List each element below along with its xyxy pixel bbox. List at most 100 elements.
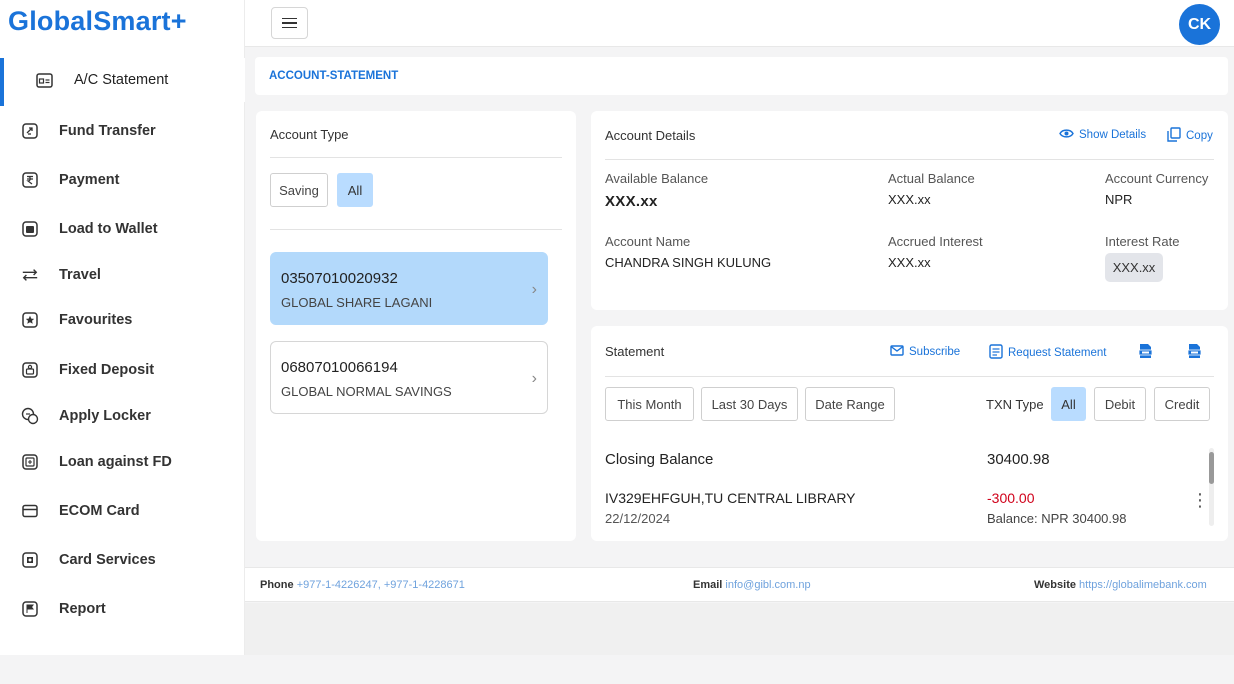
show-details-link[interactable]: Show Details xyxy=(1059,128,1146,142)
txn-debit-button[interactable]: Debit xyxy=(1094,387,1146,421)
account-currency-label: Account Currency xyxy=(1105,171,1209,186)
closing-balance-value: 30400.98 xyxy=(987,451,1050,468)
phone-label: Phone xyxy=(260,579,294,591)
statement-icon xyxy=(35,71,53,89)
transaction-amount: -300.00 xyxy=(987,490,1035,506)
app-logo[interactable]: GlobalSmart+ xyxy=(8,6,187,37)
sidebar-item-label: Travel xyxy=(59,267,101,283)
statement-scrollbar[interactable] xyxy=(1209,448,1214,526)
sidebar-item-label: ECOM Card xyxy=(59,503,140,519)
sidebar-item-loan-against-fd[interactable]: Loan against FD xyxy=(0,440,245,484)
accrued-interest-label: Accrued Interest xyxy=(888,234,983,249)
divider xyxy=(605,376,1214,377)
filter-date-range-button[interactable]: Date Range xyxy=(805,387,895,421)
sidebar-item-payment[interactable]: Payment xyxy=(0,158,245,202)
copy-link[interactable]: Copy xyxy=(1167,127,1213,145)
sidebar-item-fund-transfer[interactable]: Fund Transfer xyxy=(0,109,245,153)
email-label: Email xyxy=(693,579,723,591)
page-background xyxy=(245,603,1234,655)
divider xyxy=(270,157,562,158)
menu-toggle-button[interactable] xyxy=(271,7,308,39)
account-currency-value: NPR xyxy=(1105,192,1133,207)
more-options-icon[interactable]: ⋮ xyxy=(1191,490,1209,511)
transaction-date: 22/12/2024 xyxy=(605,511,671,526)
avatar[interactable]: CK xyxy=(1179,4,1220,45)
account-number: 06807010066194 xyxy=(281,359,398,376)
active-indicator xyxy=(0,58,4,106)
account-number: 03507010020932 xyxy=(281,270,398,287)
page-title: ACCOUNT-STATEMENT xyxy=(255,57,1228,95)
flag-icon xyxy=(21,600,39,618)
sidebar-item-favourites[interactable]: Favourites xyxy=(0,298,245,342)
txn-type-label: TXN Type xyxy=(986,397,1044,412)
loan-icon xyxy=(21,453,39,471)
sidebar-item-report[interactable]: Report xyxy=(0,587,245,631)
account-name: GLOBAL SHARE LAGANI xyxy=(281,295,433,310)
actual-balance-label: Actual Balance xyxy=(888,171,975,186)
sidebar-item-apply-locker[interactable]: Apply Locker xyxy=(0,394,245,438)
interest-rate-label: Interest Rate xyxy=(1105,234,1180,249)
footer-phone: Phone +977-1-4226247, +977-1-4228671 xyxy=(260,579,465,591)
sidebar-item-fixed-deposit[interactable]: Fixed Deposit xyxy=(0,348,245,392)
txn-credit-button[interactable]: Credit xyxy=(1154,387,1210,421)
email-value[interactable]: info@gibl.com.np xyxy=(725,579,810,591)
locker-icon xyxy=(21,407,39,425)
account-list-item[interactable]: 03507010020932 GLOBAL SHARE LAGANI › xyxy=(270,252,548,325)
filter-this-month-button[interactable]: This Month xyxy=(605,387,694,421)
sidebar-item-label: A/C Statement xyxy=(74,72,169,88)
copy-label: Copy xyxy=(1186,130,1213,142)
closing-balance-label: Closing Balance xyxy=(605,451,714,468)
available-balance-value: XXX.xx xyxy=(605,193,658,210)
filter-last-30-days-button[interactable]: Last 30 Days xyxy=(701,387,798,421)
pdf-icon xyxy=(1138,343,1153,362)
phone-value[interactable]: +977-1-4226247, +977-1-4228671 xyxy=(297,579,465,591)
account-name-value: CHANDRA SINGH KULUNG xyxy=(605,255,772,270)
sidebar-item-label: Apply Locker xyxy=(59,408,151,424)
available-balance-label: Available Balance xyxy=(605,171,709,186)
sidebar: GlobalSmart+ A/C Statement Fund Transfer… xyxy=(0,0,245,655)
account-name-label: Account Name xyxy=(605,234,691,249)
transaction-balance: Balance: NPR 30400.98 xyxy=(987,511,1127,526)
account-name: GLOBAL NORMAL SAVINGS xyxy=(281,384,452,399)
sidebar-item-travel[interactable]: Travel xyxy=(0,253,245,297)
subscribe-link[interactable]: Subscribe xyxy=(890,345,960,359)
chevron-right-icon: › xyxy=(531,370,537,387)
txn-all-button[interactable]: All xyxy=(1051,387,1086,421)
website-value[interactable]: https://globalimebank.com xyxy=(1079,579,1207,591)
divider xyxy=(605,159,1214,160)
sidebar-item-label: Favourites xyxy=(59,312,133,328)
rupee-icon xyxy=(21,171,39,189)
request-statement-link[interactable]: Request Statement xyxy=(989,344,1106,362)
account-details-card: Account Details Show Details Copy Availa… xyxy=(591,111,1228,310)
sidebar-item-label: Fixed Deposit xyxy=(59,362,155,378)
star-icon xyxy=(21,311,39,329)
filter-all-button[interactable]: All xyxy=(337,173,373,207)
statement-title: Statement xyxy=(605,344,665,359)
sidebar-item-label: Fund Transfer xyxy=(59,123,156,139)
card-icon xyxy=(21,502,39,520)
transfer-icon xyxy=(21,122,39,140)
wallet-icon xyxy=(21,220,39,238)
sidebar-item-label: Card Services xyxy=(59,552,156,568)
sidebar-item-label: Payment xyxy=(59,172,120,188)
topbar: CK xyxy=(245,0,1234,47)
sidebar-item-card-services[interactable]: Card Services xyxy=(0,538,245,582)
filter-saving-button[interactable]: Saving xyxy=(270,173,328,207)
arrows-icon xyxy=(21,266,39,284)
sidebar-item-ecom-card[interactable]: ECOM Card xyxy=(0,489,245,533)
download-pdf-button[interactable] xyxy=(1138,343,1153,362)
sidebar-item-load-to-wallet[interactable]: Load to Wallet xyxy=(0,207,245,251)
divider xyxy=(270,229,562,230)
account-list-item[interactable]: 06807010066194 GLOBAL NORMAL SAVINGS › xyxy=(270,341,548,414)
sidebar-item-label: Report xyxy=(59,601,106,617)
download-pdf-alt-button[interactable] xyxy=(1187,343,1202,362)
sidebar-item-ac-statement[interactable]: A/C Statement xyxy=(0,58,245,106)
transaction-description: IV329EHFGUH,TU CENTRAL LIBRARY xyxy=(605,490,856,506)
chevron-right-icon: › xyxy=(531,281,537,298)
sidebar-item-label: Load to Wallet xyxy=(59,221,158,237)
document-icon xyxy=(989,344,1003,362)
account-type-title: Account Type xyxy=(270,127,349,142)
deposit-icon xyxy=(21,361,39,379)
show-details-label: Show Details xyxy=(1079,129,1147,141)
pdf-icon xyxy=(1187,343,1202,362)
